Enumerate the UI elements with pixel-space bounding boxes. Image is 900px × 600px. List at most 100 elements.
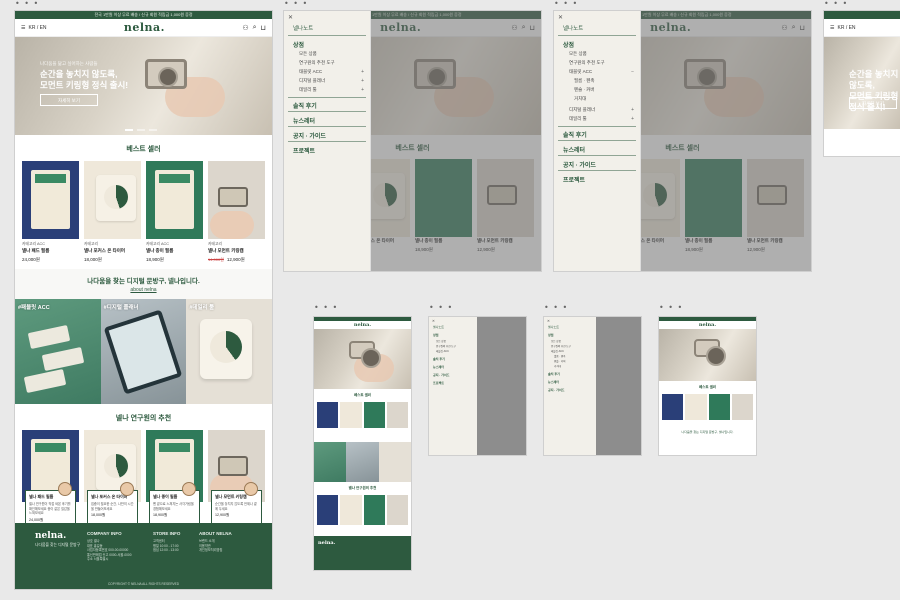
footer-link[interactable]: 개인정보처리방침 (199, 548, 232, 553)
submenu-all[interactable]: 모든 상품 (436, 339, 470, 343)
hero-cta-button[interactable]: 자세히 보기 (849, 97, 897, 109)
submenu-tablet-acc[interactable]: 태블릿 ACC (436, 349, 470, 353)
menu-item-review[interactable]: 솔직 후기 (548, 372, 592, 376)
about-link[interactable]: about nelna (15, 287, 272, 293)
product-card[interactable]: 카테고리 넬나 포커스 온 타이머 18,000원 (84, 161, 141, 263)
hero-slide-indicator[interactable] (125, 129, 133, 131)
frame-controls[interactable]: • • • (824, 0, 848, 8)
hero-banner[interactable] (659, 329, 756, 381)
menu-item-notice[interactable]: 공지 · 가이드 (563, 160, 596, 169)
recommend-card[interactable]: 넬나 종이 필름 펜 끝으로 느껴지는 사각거림을 경험해보세요 18,900원 (146, 430, 203, 528)
hero-slide-indicator[interactable] (149, 129, 157, 131)
frame-controls[interactable]: • • • (659, 304, 683, 312)
close-icon[interactable]: ✕ (432, 319, 474, 323)
menu-item-project[interactable]: 프로젝트 (563, 175, 585, 184)
hero-slide-indicator[interactable] (137, 129, 145, 131)
frame-controls[interactable]: • • • (554, 0, 578, 8)
category-tile[interactable] (378, 442, 411, 482)
submenu-stand[interactable]: 거치대 (554, 364, 586, 368)
recommend-image[interactable] (317, 495, 339, 525)
frame-controls[interactable]: • • • (15, 0, 39, 8)
cart-icon[interactable]: ⊔ (261, 24, 266, 32)
submenu-daily-tool[interactable]: 데일리 툴 (569, 116, 587, 122)
product-image[interactable] (208, 161, 265, 239)
submenu-stand[interactable]: 거치대 (574, 96, 586, 102)
hero-banner[interactable] (314, 329, 411, 389)
hero-banner[interactable]: 나다움을 닮고 싶어하는 사람들 순간을 놓치지 않도록, 모먼트 키링형 정식… (15, 37, 272, 135)
menu-icon[interactable]: ☰ (21, 25, 25, 31)
category-tile-digital-planner[interactable]: #디지털 플래너 (100, 299, 187, 404)
product-image[interactable] (708, 394, 730, 420)
search-icon[interactable]: ⌕ (253, 24, 257, 32)
category-tile[interactable] (346, 442, 379, 482)
footer-logo[interactable]: nelna. (35, 531, 80, 541)
menu-item-newsletter[interactable]: 뉴스레터 (563, 145, 585, 154)
footer-logo[interactable]: nelna. (318, 540, 407, 546)
expand-icon[interactable]: + (631, 116, 634, 122)
submenu-recommend[interactable]: 연구원의 추천 도구 (569, 60, 605, 66)
menu-item-notice[interactable]: 공지 · 가이드 (433, 373, 473, 377)
expand-icon[interactable]: + (631, 107, 634, 113)
product-image[interactable] (22, 161, 79, 239)
site-logo[interactable]: nelna. (124, 21, 165, 34)
collapse-icon[interactable]: − (631, 69, 634, 75)
product-image[interactable] (84, 161, 141, 239)
menu-item-shop[interactable]: 상점 (433, 333, 473, 337)
frame-controls[interactable]: • • • (429, 304, 453, 312)
submenu-tablet-acc[interactable]: 태블릿 ACC (569, 69, 592, 75)
product-image[interactable] (317, 402, 339, 428)
expand-icon[interactable]: + (361, 87, 364, 93)
submenu-tablet-acc[interactable]: 태블릿 ACC (551, 349, 589, 353)
recommend-image[interactable] (386, 495, 408, 525)
menu-item-newsletter[interactable]: 뉴스레터 (293, 116, 315, 125)
product-image[interactable] (340, 402, 362, 428)
menu-item-shop[interactable]: 상점 (563, 40, 574, 49)
recommend-card[interactable]: 넬나 포커스 온 타이머 집중이 필요한 순간, 나만의 시간을 만들어보세요 … (84, 430, 141, 528)
close-icon[interactable]: ✕ (547, 319, 593, 323)
recommend-card[interactable]: 넬나 모먼트 키링캠 순간을 놓치지 않도록 언제나 곁에 두세요 12,900… (208, 430, 265, 528)
menu-icon[interactable]: ☰ (830, 25, 834, 31)
product-name[interactable]: 넬나 포커스 온 타이머 (84, 248, 141, 254)
product-image[interactable] (662, 394, 684, 420)
expand-icon[interactable]: + (361, 69, 364, 75)
site-logo[interactable]: nelna. (314, 321, 411, 329)
language-switch[interactable]: KR / EN (837, 25, 855, 31)
user-icon[interactable]: ⚇ (242, 24, 248, 32)
menu-item-review[interactable]: 솔직 후기 (433, 357, 473, 361)
menu-item-newsletter[interactable]: 뉴스레터 (433, 365, 473, 369)
expand-icon[interactable]: + (361, 78, 364, 84)
product-name[interactable]: 넬나 종이 필름 (146, 248, 203, 254)
frame-controls[interactable]: • • • (544, 304, 568, 312)
product-card[interactable]: 카테고리 ACC 넬나 종이 필름 18,900원 (146, 161, 203, 263)
submenu-film-nib[interactable]: 필름 · 펜촉 (574, 78, 595, 84)
submenu-recommend[interactable]: 연구원의 추천 도구 (436, 344, 470, 348)
submenu-all[interactable]: 모든 상품 (299, 51, 317, 57)
recommend-image[interactable] (340, 495, 362, 525)
recommend-image[interactable] (363, 495, 385, 525)
product-name[interactable]: 넬나 패드 필름 (22, 248, 79, 254)
submenu-digital-planner[interactable]: 디지털 플래너 (299, 78, 325, 84)
submenu-all[interactable]: 모든 상품 (569, 51, 587, 57)
menu-item-newsletter[interactable]: 뉴스레터 (548, 380, 592, 384)
menu-item-review[interactable]: 솔직 후기 (563, 130, 587, 139)
close-icon[interactable]: ✕ (558, 14, 563, 21)
menu-item-notice[interactable]: 공지 · 가이드 (548, 388, 592, 392)
hero-banner[interactable]: 순간을 놓치지 않도록, 모먼트 키링형 정식 출시! 자세히 보기 (824, 37, 900, 129)
recommend-card[interactable]: 넬나 패드 필름 넬나 연구원이 직접 써본 후기를 확인해보세요 종이 같은 … (22, 430, 79, 528)
product-image[interactable] (146, 161, 203, 239)
menu-item-project[interactable]: 프로젝트 (433, 381, 473, 385)
submenu-film-nib[interactable]: 필름 · 펜촉 (554, 354, 586, 358)
menu-item-review[interactable]: 솔직 후기 (293, 101, 317, 110)
category-tile-daily-tool[interactable]: #데일리 툴 (186, 299, 272, 404)
close-icon[interactable]: ✕ (288, 14, 293, 21)
frame-controls[interactable]: • • • (314, 304, 338, 312)
site-logo[interactable]: nelna. (659, 321, 756, 329)
product-card[interactable]: 카테고리 ACC 넬나 패드 필름 24,000원 (22, 161, 79, 263)
product-image[interactable] (363, 402, 385, 428)
category-tile-tablet-acc[interactable]: #패블릿 ACC (15, 299, 101, 404)
product-image[interactable] (386, 402, 408, 428)
product-name[interactable]: 넬나 모먼트 키링캠 (208, 248, 265, 254)
submenu-daily-tool[interactable]: 데일리 툴 (299, 87, 317, 93)
menu-item-shop[interactable]: 상점 (293, 40, 304, 49)
submenu-digital-planner[interactable]: 디지털 플래너 (569, 107, 595, 113)
